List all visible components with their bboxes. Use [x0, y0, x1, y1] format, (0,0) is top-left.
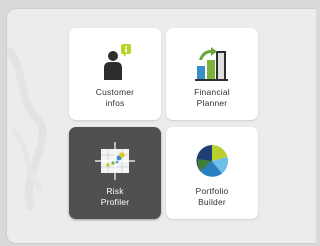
- tile-label: Customer infos: [95, 87, 135, 108]
- panel-decoration: [7, 46, 47, 211]
- customer-badge-icon: [104, 44, 131, 80]
- bar-chart-growth-icon: [195, 47, 228, 81]
- tile-label: Financial Planner: [194, 87, 230, 108]
- pie-chart-icon: [196, 145, 229, 177]
- tile-risk-profiler[interactable]: Risk Profiler: [69, 127, 161, 219]
- tile-portfolio-builder[interactable]: Portfolio Builder: [166, 127, 258, 219]
- tile-financial-planner[interactable]: Financial Planner: [166, 28, 258, 120]
- menu-panel: [6, 8, 316, 244]
- risk-grid-target-icon: [95, 142, 135, 180]
- tile-label: Portfolio Builder: [195, 186, 229, 207]
- tile-customer-infos[interactable]: Customer infos: [69, 28, 161, 120]
- tile-label: Risk Profiler: [100, 186, 130, 207]
